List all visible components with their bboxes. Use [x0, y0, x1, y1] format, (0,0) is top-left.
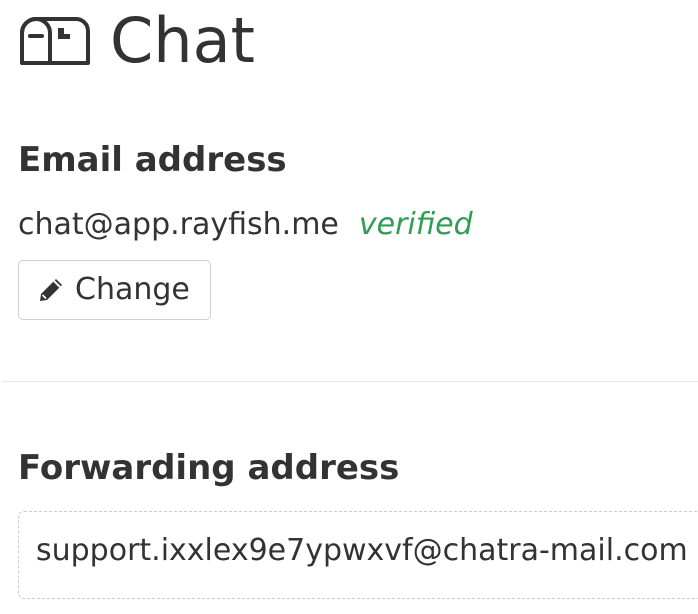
forwarding-address-section: Forwarding address support.ixxlex9e7ypwx…: [18, 448, 698, 599]
page-header: Chat: [18, 8, 255, 74]
change-email-button[interactable]: Change: [18, 259, 211, 320]
change-button-label: Change: [75, 272, 190, 308]
email-address-section: Email address chat@app.rayfish.me verifi…: [18, 140, 678, 320]
forwarding-address-box[interactable]: support.ixxlex9e7ypwxvf@chatra-mail.com: [18, 510, 698, 599]
page-title: Chat: [110, 4, 255, 77]
email-address-row: chat@app.rayfish.me verified: [18, 207, 678, 242]
verified-status: verified: [358, 206, 473, 242]
email-address-value: chat@app.rayfish.me: [18, 206, 339, 242]
pencil-icon: [37, 276, 65, 304]
forwarding-address-heading: Forwarding address: [18, 448, 400, 488]
mailbox-icon: [18, 16, 90, 66]
section-divider: [2, 381, 698, 382]
forwarding-address-value[interactable]: support.ixxlex9e7ypwxvf@chatra-mail.com: [36, 533, 688, 568]
email-address-heading: Email address: [18, 140, 287, 180]
